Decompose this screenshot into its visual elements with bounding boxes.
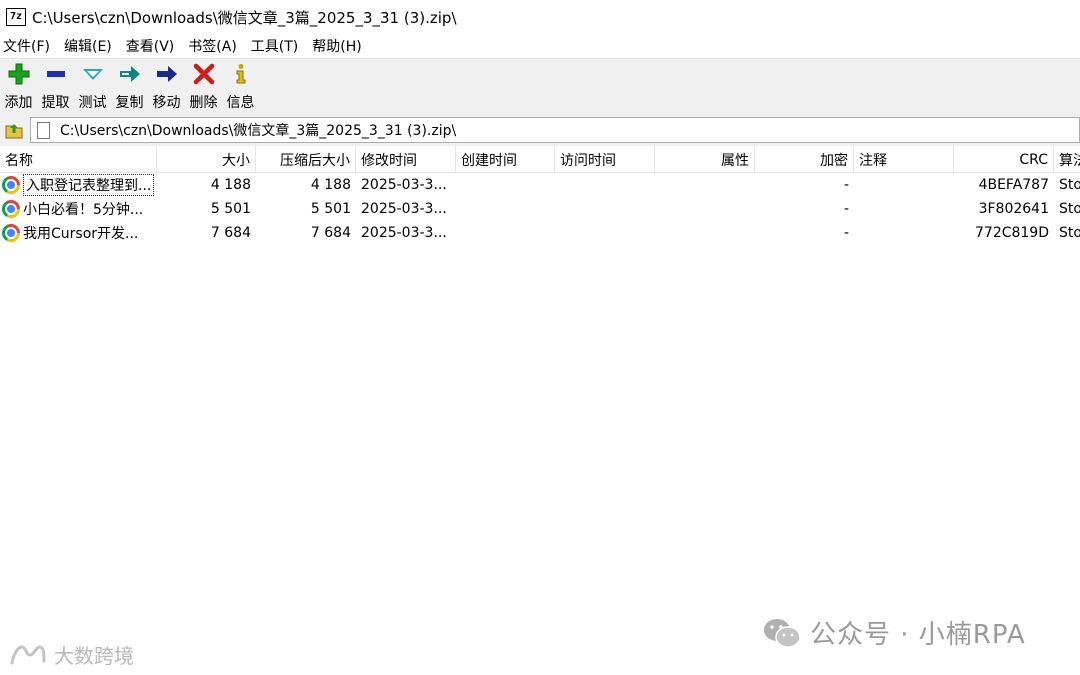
add-button[interactable]: 添加 [0,59,37,114]
brand-logo-icon [10,644,46,664]
extract-label: 提取 [41,95,70,111]
extract-icon [44,62,68,86]
add-label: 添加 [4,95,33,111]
file-name: 我用Cursor开发... [23,226,139,242]
column-created[interactable]: 创建时间 [456,146,555,173]
column-name[interactable]: 名称 [0,146,157,173]
chrome-html-file-icon [2,176,20,194]
column-accessed[interactable]: 访问时间 [555,146,655,173]
file-created [456,173,555,197]
menu-tools[interactable]: 工具(T) [251,36,305,56]
file-accessed [555,197,655,221]
file-packed-size: 7 684 [310,225,351,241]
move-icon [155,62,179,86]
menu-edit[interactable]: 编辑(E) [64,36,119,56]
file-row[interactable]: 入职登记表整理到... 4 188 4 188 2025-03-3... - 4… [0,173,1080,197]
address-field[interactable]: C:\Users\czn\Downloads\微信文章_3篇_2025_3_31… [30,117,1080,143]
file-size: 4 188 [210,177,251,193]
file-modified: 2025-03-3... [361,177,447,193]
menu-help[interactable]: 帮助(H) [312,36,368,56]
toolbar: 添加 提取 测试 复制 移动 删除 信息 [0,59,1080,114]
file-crc: 4BEFA787 [978,177,1049,193]
delete-icon [192,62,216,86]
delete-label: 删除 [189,95,218,111]
file-comment [854,173,954,197]
document-icon [37,121,50,139]
file-packed-size: 5 501 [310,201,351,217]
file-name: 入职登记表整理到... [23,174,155,196]
file-created [456,197,555,221]
brand-watermark-text: 大数跨境 [54,644,134,668]
file-method: Store [1059,201,1080,217]
file-attributes [655,197,755,221]
info-button[interactable]: 信息 [222,59,259,114]
file-encrypted: - [843,177,849,193]
file-name-cell: 小白必看！5分钟... [0,197,157,221]
wechat-icon [764,618,801,648]
test-button[interactable]: 测试 [74,59,111,114]
wechat-watermark-text: 公众号 · 小楠RPA [810,620,1026,650]
column-packed-size[interactable]: 压缩后大小 [256,146,356,173]
menu-view[interactable]: 查看(V) [126,36,182,56]
chrome-html-file-icon [2,224,20,242]
add-icon [7,62,31,86]
file-accessed [555,173,655,197]
file-crc: 772C819D [975,225,1049,241]
extract-button[interactable]: 提取 [37,59,74,114]
file-modified: 2025-03-3... [361,201,447,217]
file-row[interactable]: 小白必看！5分钟... 5 501 5 501 2025-03-3... - 3… [0,197,1080,221]
move-label: 移动 [152,95,181,111]
test-label: 测试 [78,95,107,111]
menu-bookmarks[interactable]: 书签(A) [188,36,244,56]
window-title: C:\Users\czn\Downloads\微信文章_3篇_2025_3_31… [32,8,457,27]
column-size[interactable]: 大小 [157,146,256,173]
info-icon [229,62,253,86]
delete-button[interactable]: 删除 [185,59,222,114]
brand-watermark: 大数跨境 [8,640,134,669]
move-button[interactable]: 移动 [148,59,185,114]
up-folder-button[interactable] [2,118,26,142]
info-label: 信息 [226,95,255,111]
copy-label: 复制 [115,95,144,111]
folder-up-icon [5,124,23,139]
file-name: 小白必看！5分钟... [23,202,144,218]
7zip-app-icon: 7z [6,8,26,26]
address-bar: C:\Users\czn\Downloads\微信文章_3篇_2025_3_31… [0,114,1080,146]
address-path: C:\Users\czn\Downloads\微信文章_3篇_2025_3_31… [60,123,457,139]
column-modified[interactable]: 修改时间 [356,146,456,173]
file-encrypted: - [843,225,849,241]
menu-file[interactable]: 文件(F) [3,36,57,56]
file-list[interactable]: 名称 大小 压缩后大小 修改时间 创建时间 访问时间 属性 加密 注释 CRC … [0,146,1080,675]
column-header-row: 名称 大小 压缩后大小 修改时间 创建时间 访问时间 属性 加密 注释 CRC … [0,146,1080,173]
file-method: Store [1059,225,1080,241]
column-crc[interactable]: CRC [954,146,1054,173]
menu-bar: 文件(F) 编辑(E) 查看(V) 书签(A) 工具(T) 帮助(H) [0,34,1080,59]
file-crc: 3F802641 [978,201,1049,217]
column-encrypted[interactable]: 加密 [755,146,854,173]
file-method: Store [1059,177,1080,193]
file-accessed [555,221,655,245]
file-name-cell: 我用Cursor开发... [0,221,157,245]
test-icon [81,62,105,86]
file-row[interactable]: 我用Cursor开发... 7 684 7 684 2025-03-3... -… [0,221,1080,245]
file-created [456,221,555,245]
file-size: 7 684 [210,225,251,241]
file-modified: 2025-03-3... [361,225,447,241]
file-attributes [655,173,755,197]
file-comment [854,221,954,245]
file-comment [854,197,954,221]
copy-icon [118,62,142,86]
column-method[interactable]: 算法 [1054,146,1080,173]
chrome-html-file-icon [2,200,20,218]
file-encrypted: - [843,201,849,217]
file-attributes [655,221,755,245]
file-name-cell: 入职登记表整理到... [0,173,157,197]
title-bar: 7z C:\Users\czn\Downloads\微信文章_3篇_2025_3… [0,0,1080,34]
column-comment[interactable]: 注释 [854,146,954,173]
file-size: 5 501 [210,201,251,217]
file-packed-size: 4 188 [310,177,351,193]
copy-button[interactable]: 复制 [111,59,148,114]
wechat-watermark: 公众号 · 小楠RPA [762,614,1026,651]
column-attributes[interactable]: 属性 [655,146,755,173]
